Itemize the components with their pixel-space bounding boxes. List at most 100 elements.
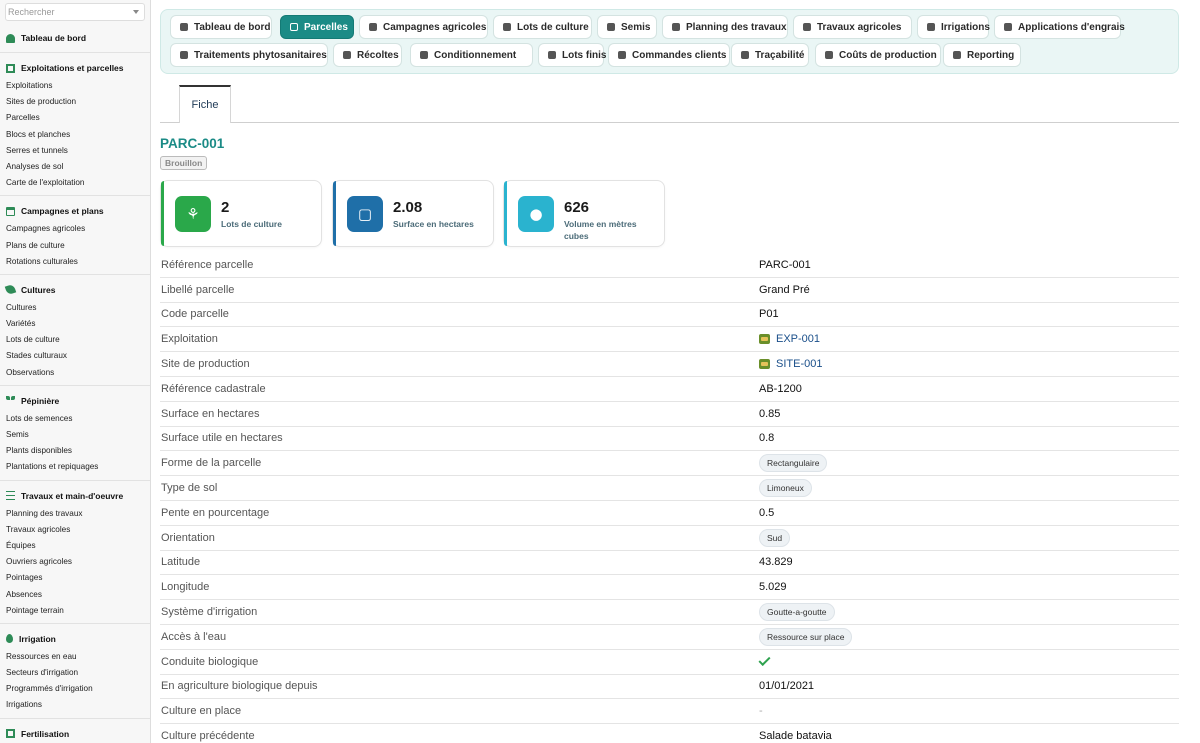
nav-pill-label: Reporting bbox=[967, 49, 1015, 61]
nav-pill-lots-de-culture[interactable]: Lots de culture bbox=[493, 15, 592, 39]
tab-fiche[interactable]: Fiche bbox=[179, 85, 231, 123]
nav-pill-travaux-agricoles[interactable]: Travaux agricoles bbox=[793, 15, 912, 39]
sidebar-item[interactable]: Campagnes agricoles bbox=[0, 221, 150, 237]
sidebar-item[interactable]: Observations bbox=[0, 365, 150, 381]
detail-label: Référence cadastrale bbox=[161, 382, 266, 395]
sidebar-group-header[interactable]: Campagnes et plans bbox=[0, 202, 150, 221]
sidebar-item[interactable]: Programmés d'irrigation bbox=[0, 681, 150, 697]
sidebar-item[interactable]: Variétés bbox=[0, 316, 150, 332]
chevron-down-icon[interactable] bbox=[133, 10, 139, 14]
nav-icon bbox=[290, 23, 298, 31]
sidebar-item[interactable]: Lots de culture bbox=[0, 332, 150, 348]
search-input[interactable]: Rechercher bbox=[5, 3, 145, 21]
sidebar-item[interactable]: Travaux agricoles bbox=[0, 522, 150, 538]
sidebar: Rechercher Tableau de bord Exploitations… bbox=[0, 0, 151, 743]
value-chip: Goutte-a-goutte bbox=[759, 603, 835, 622]
nav-pill-co-ts-de-production[interactable]: Coûts de production bbox=[815, 43, 941, 67]
nav-pill-r-coltes[interactable]: Récoltes bbox=[333, 43, 402, 67]
detail-label: Culture précédente bbox=[161, 730, 255, 743]
nav-pill-tableau-de-bord[interactable]: Tableau de bord bbox=[170, 15, 272, 39]
sidebar-item[interactable]: Équipes bbox=[0, 538, 150, 554]
nav-pill-parcelles[interactable]: Parcelles bbox=[280, 15, 354, 39]
detail-value[interactable]: EXP-001 bbox=[759, 333, 820, 345]
sidebar-item[interactable]: Ouvriers agricoles bbox=[0, 554, 150, 570]
sidebar-group-header[interactable]: Exploitations et parcelles bbox=[0, 59, 150, 78]
sidebar-item[interactable]: Irrigations bbox=[0, 697, 150, 713]
sidebar-item[interactable]: Plants disponibles bbox=[0, 443, 150, 459]
detail-value bbox=[758, 654, 771, 667]
value-text: 5.029 bbox=[759, 581, 787, 594]
detail-value: 43.829 bbox=[759, 556, 793, 568]
detail-row: Libellé parcelle Grand Pré bbox=[160, 278, 1179, 303]
kpi-card[interactable]: ▢ 2.08 Surface en hectares bbox=[332, 180, 494, 247]
nav-pill-conditionnement[interactable]: Conditionnement bbox=[410, 43, 533, 67]
kpi-label: Surface en hectares bbox=[393, 219, 474, 229]
nav-pill-semis[interactable]: Semis bbox=[597, 15, 657, 39]
detail-value: 0.5 bbox=[759, 507, 774, 519]
nav-pill-traitements-phytosanitaires[interactable]: Traitements phytosanitaires bbox=[170, 43, 328, 67]
sidebar-group-header[interactable]: Fertilisation bbox=[0, 725, 150, 743]
kpi-card[interactable]: ● 626 Volume en mètres cubes bbox=[503, 180, 665, 247]
sidebar-group-title: Fertilisation bbox=[21, 728, 70, 739]
detail-value: 0.85 bbox=[759, 408, 780, 420]
nav-pill-planning-des-travaux[interactable]: Planning des travaux bbox=[662, 15, 788, 39]
sidebar-item[interactable]: Pointage terrain bbox=[0, 603, 150, 619]
sidebar-group-header[interactable]: Cultures bbox=[0, 281, 150, 300]
water-drop-icon bbox=[6, 634, 13, 644]
kpi-card[interactable]: ⚘ 2 Lots de culture bbox=[160, 180, 322, 247]
detail-label: Exploitation bbox=[161, 333, 218, 346]
detail-label: Conduite biologique bbox=[161, 655, 259, 668]
sidebar-group-title: Exploitations et parcelles bbox=[21, 63, 124, 73]
nav-pill-reporting[interactable]: Reporting bbox=[943, 43, 1021, 67]
sidebar-item[interactable]: Rotations culturales bbox=[0, 254, 150, 270]
detail-value[interactable]: SITE-001 bbox=[759, 358, 822, 370]
detail-value: Ressource sur place bbox=[759, 627, 853, 646]
detail-label: Libellé parcelle bbox=[161, 283, 235, 296]
sidebar-item[interactable]: Ressources en eau bbox=[0, 649, 150, 665]
record-link[interactable]: EXP-001 bbox=[776, 333, 820, 345]
sidebar-group-header[interactable]: Travaux et main-d'oeuvre bbox=[0, 487, 150, 506]
sidebar-item[interactable]: Pointages bbox=[0, 570, 150, 586]
sidebar-item[interactable]: Analyses de sol bbox=[0, 159, 150, 175]
nav-icon bbox=[180, 23, 188, 31]
nav-icon bbox=[369, 23, 377, 31]
detail-value: 5.029 bbox=[759, 581, 787, 593]
sidebar-item-dashboard[interactable]: Tableau de bord bbox=[0, 29, 150, 48]
nav-pill-applications-d-engrais[interactable]: Applications d'engrais bbox=[994, 15, 1125, 39]
sidebar-item[interactable]: Absences bbox=[0, 587, 150, 603]
sidebar-item[interactable]: Plantations et repiquages bbox=[0, 459, 150, 475]
sidebar-item[interactable]: Exploitations bbox=[0, 78, 150, 94]
nav-pill-commandes-clients[interactable]: Commandes clients bbox=[608, 43, 730, 67]
sidebar-item[interactable]: Semis bbox=[0, 427, 150, 443]
detail-row: Accès à l'eau Ressource sur place bbox=[160, 625, 1179, 650]
sidebar-item[interactable]: Serres et tunnels bbox=[0, 143, 150, 159]
sidebar-group-header[interactable]: Pépinière bbox=[0, 392, 150, 411]
nav-pill-campagnes-agricoles[interactable]: Campagnes agricoles bbox=[359, 15, 488, 39]
sidebar-item[interactable]: Cultures bbox=[0, 300, 150, 316]
sidebar-item[interactable]: Stades culturaux bbox=[0, 348, 150, 364]
detail-label: Orientation bbox=[161, 531, 215, 544]
record-link[interactable]: SITE-001 bbox=[776, 358, 822, 370]
sidebar-item[interactable]: Carte de l'exploitation bbox=[0, 175, 150, 191]
sidebar-item[interactable]: Planning des travaux bbox=[0, 506, 150, 522]
nav-pill-tra-abilit-[interactable]: Traçabilité bbox=[731, 43, 809, 67]
sidebar-group-title: Cultures bbox=[21, 284, 56, 295]
sidebar-group: Campagnes et plans Campagnes agricoles Pla… bbox=[0, 196, 150, 275]
nav-pill-label: Irrigations bbox=[941, 21, 990, 33]
sidebar-item[interactable]: Plans de culture bbox=[0, 238, 150, 254]
nav-icon bbox=[618, 51, 626, 59]
detail-label: Latitude bbox=[161, 556, 201, 569]
sidebar-item[interactable]: Blocs et planches bbox=[0, 127, 150, 143]
sidebar-item[interactable]: Sites de production bbox=[0, 94, 150, 110]
dashboard-icon bbox=[6, 33, 15, 43]
sidebar-group-header[interactable]: Irrigation bbox=[0, 630, 150, 649]
detail-value: Rectangulaire bbox=[759, 454, 828, 473]
value-text: 43.829 bbox=[759, 556, 793, 569]
nav-pill-irrigations[interactable]: Irrigations bbox=[917, 15, 990, 39]
sidebar-item[interactable]: Lots de semences bbox=[0, 411, 150, 427]
sidebar-item[interactable]: Secteurs d'irrigation bbox=[0, 665, 150, 681]
sidebar-item[interactable]: Parcelles bbox=[0, 110, 150, 126]
nav-pill-lots-finis[interactable]: Lots finis bbox=[538, 43, 606, 67]
search-placeholder: Rechercher bbox=[8, 7, 55, 17]
calendar-icon bbox=[6, 206, 15, 216]
